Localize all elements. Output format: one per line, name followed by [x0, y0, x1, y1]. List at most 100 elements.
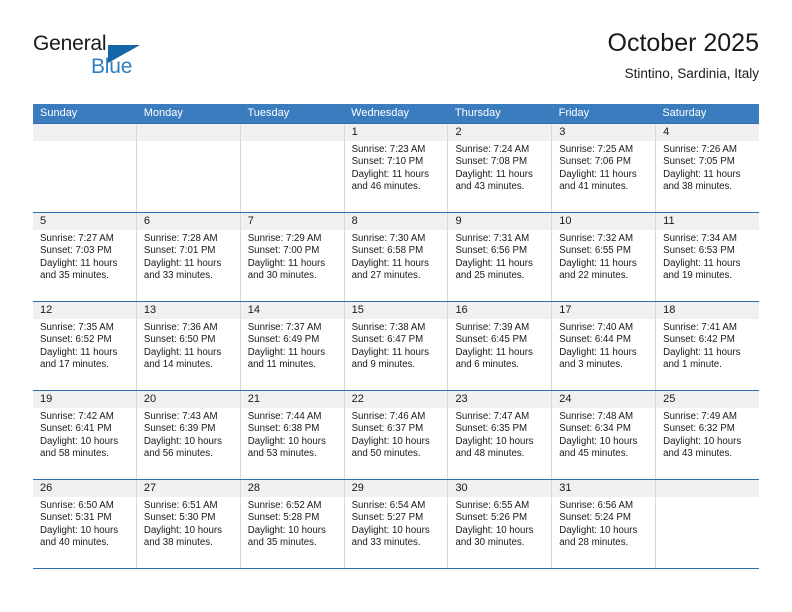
day-cell[interactable]: 6 Sunrise: 7:28 AM Sunset: 7:01 PM Dayli… — [136, 213, 241, 301]
day-info: Sunrise: 7:49 AM Sunset: 6:32 PM Dayligh… — [656, 408, 759, 460]
daylight-text-line1: Daylight: 10 hours — [143, 524, 222, 536]
sunset-text: Sunset: 6:47 PM — [351, 334, 424, 346]
daylight-text-line1: Daylight: 11 hours — [663, 168, 741, 180]
daylight-text-line2: and 28 minutes. — [559, 536, 629, 548]
daylight-text-line2: and 35 minutes. — [40, 269, 109, 281]
day-cell[interactable]: 14 Sunrise: 7:37 AM Sunset: 6:49 PM Dayl… — [240, 302, 345, 390]
day-cell[interactable]: 25 Sunrise: 7:49 AM Sunset: 6:32 PM Dayl… — [656, 391, 760, 479]
weekday-header-row: Sunday Monday Tuesday Wednesday Thursday… — [33, 104, 759, 123]
day-number — [656, 480, 760, 497]
day-info: Sunrise: 7:41 AM Sunset: 6:42 PM Dayligh… — [656, 319, 759, 371]
daylight-text-line2: and 40 minutes. — [40, 536, 109, 548]
daylight-text-line1: Daylight: 11 hours — [455, 168, 533, 180]
daylight-text-line2: and 58 minutes. — [40, 447, 109, 459]
day-cell[interactable] — [656, 480, 760, 568]
daylight-text-line1: Daylight: 11 hours — [455, 257, 533, 269]
sunrise-text: Sunrise: 7:26 AM — [663, 144, 737, 155]
sunset-text: Sunset: 5:28 PM — [247, 512, 320, 524]
daylight-text-line1: Daylight: 11 hours — [247, 346, 326, 358]
sunrise-text: Sunrise: 6:50 AM — [40, 500, 114, 511]
day-cell[interactable]: 27 Sunrise: 6:51 AM Sunset: 5:30 PM Dayl… — [136, 480, 241, 568]
daylight-text-line1: Daylight: 10 hours — [40, 435, 119, 447]
day-cell[interactable]: 3 Sunrise: 7:25 AM Sunset: 7:06 PM Dayli… — [552, 124, 657, 212]
day-cell[interactable]: 22 Sunrise: 7:46 AM Sunset: 6:37 PM Dayl… — [344, 391, 449, 479]
sunrise-text: Sunrise: 7:24 AM — [455, 144, 530, 155]
calendar-week-row: 12 Sunrise: 7:35 AM Sunset: 6:52 PM Dayl… — [33, 301, 760, 390]
day-cell[interactable]: 5 Sunrise: 7:27 AM Sunset: 7:03 PM Dayli… — [33, 213, 137, 301]
day-info: Sunrise: 7:36 AM Sunset: 6:50 PM Dayligh… — [137, 319, 240, 371]
sunrise-text: Sunrise: 7:29 AM — [247, 233, 322, 244]
day-cell[interactable]: 19 Sunrise: 7:42 AM Sunset: 6:41 PM Dayl… — [33, 391, 137, 479]
day-cell[interactable]: 11 Sunrise: 7:34 AM Sunset: 6:53 PM Dayl… — [656, 213, 760, 301]
sunset-text: Sunset: 7:08 PM — [455, 156, 528, 168]
day-info: Sunrise: 6:56 AM Sunset: 5:24 PM Dayligh… — [552, 497, 655, 549]
day-cell[interactable]: 10 Sunrise: 7:32 AM Sunset: 6:55 PM Dayl… — [552, 213, 657, 301]
day-cell[interactable]: 30 Sunrise: 6:55 AM Sunset: 5:26 PM Dayl… — [448, 480, 553, 568]
day-cell[interactable]: 20 Sunrise: 7:43 AM Sunset: 6:39 PM Dayl… — [136, 391, 241, 479]
daylight-text-line2: and 50 minutes. — [351, 447, 421, 459]
daylight-text-line1: Daylight: 11 hours — [40, 346, 118, 358]
day-number: 8 — [344, 213, 448, 230]
day-number: 6 — [136, 213, 240, 230]
day-info: Sunrise: 7:47 AM Sunset: 6:35 PM Dayligh… — [448, 408, 551, 460]
daylight-text-line1: Daylight: 10 hours — [247, 524, 326, 536]
day-cell[interactable]: 29 Sunrise: 6:54 AM Sunset: 5:27 PM Dayl… — [344, 480, 449, 568]
daylight-text-line1: Daylight: 11 hours — [143, 257, 222, 269]
day-info: Sunrise: 7:38 AM Sunset: 6:47 PM Dayligh… — [345, 319, 448, 371]
day-cell[interactable]: 31 Sunrise: 6:56 AM Sunset: 5:24 PM Dayl… — [552, 480, 657, 568]
day-number: 25 — [656, 391, 760, 408]
day-number — [136, 124, 240, 141]
day-cell[interactable]: 18 Sunrise: 7:41 AM Sunset: 6:42 PM Dayl… — [656, 302, 760, 390]
day-cell[interactable]: 12 Sunrise: 7:35 AM Sunset: 6:52 PM Dayl… — [33, 302, 137, 390]
sunrise-text: Sunrise: 7:35 AM — [40, 322, 114, 333]
day-cell[interactable]: 7 Sunrise: 7:29 AM Sunset: 7:00 PM Dayli… — [240, 213, 345, 301]
daylight-text-line2: and 53 minutes. — [247, 447, 317, 459]
day-cell[interactable]: 2 Sunrise: 7:24 AM Sunset: 7:08 PM Dayli… — [448, 124, 553, 212]
day-cell[interactable]: 4 Sunrise: 7:26 AM Sunset: 7:05 PM Dayli… — [656, 124, 760, 212]
day-number: 26 — [33, 480, 136, 497]
calendar-week-row: 5 Sunrise: 7:27 AM Sunset: 7:03 PM Dayli… — [33, 212, 760, 301]
page-title: October 2025 — [607, 29, 760, 57]
day-info — [137, 141, 240, 144]
brand-logo[interactable]: General Blue — [33, 32, 233, 88]
day-number: 31 — [552, 480, 656, 497]
day-info: Sunrise: 7:39 AM Sunset: 6:45 PM Dayligh… — [448, 319, 551, 371]
day-cell[interactable] — [33, 124, 137, 212]
daylight-text-line1: Daylight: 10 hours — [559, 435, 638, 447]
day-cell[interactable]: 16 Sunrise: 7:39 AM Sunset: 6:45 PM Dayl… — [448, 302, 553, 390]
sunrise-text: Sunrise: 7:38 AM — [351, 322, 426, 333]
daylight-text-line2: and 14 minutes. — [143, 358, 213, 370]
day-cell[interactable]: 1 Sunrise: 7:23 AM Sunset: 7:10 PM Dayli… — [344, 124, 449, 212]
day-cell[interactable]: 28 Sunrise: 6:52 AM Sunset: 5:28 PM Dayl… — [240, 480, 345, 568]
day-info: Sunrise: 7:29 AM Sunset: 7:00 PM Dayligh… — [241, 230, 344, 282]
sunrise-text: Sunrise: 7:44 AM — [247, 411, 322, 422]
weekday-header-wednesday: Wednesday — [351, 107, 410, 119]
sunset-text: Sunset: 7:06 PM — [559, 156, 631, 168]
day-cell[interactable]: 23 Sunrise: 7:47 AM Sunset: 6:35 PM Dayl… — [448, 391, 553, 479]
day-cell[interactable]: 15 Sunrise: 7:38 AM Sunset: 6:47 PM Dayl… — [344, 302, 449, 390]
day-number: 3 — [552, 124, 656, 141]
sunset-text: Sunset: 6:55 PM — [559, 245, 631, 257]
day-number: 18 — [656, 302, 760, 319]
day-number: 23 — [448, 391, 552, 408]
daylight-text-line2: and 46 minutes. — [351, 180, 421, 192]
day-cell[interactable] — [136, 124, 241, 212]
weekday-header-thursday: Thursday — [454, 107, 501, 119]
daylight-text-line2: and 30 minutes. — [455, 536, 525, 548]
day-cell[interactable]: 17 Sunrise: 7:40 AM Sunset: 6:44 PM Dayl… — [552, 302, 657, 390]
day-cell[interactable]: 21 Sunrise: 7:44 AM Sunset: 6:38 PM Dayl… — [240, 391, 345, 479]
day-cell[interactable] — [240, 124, 345, 212]
sunset-text: Sunset: 6:58 PM — [351, 245, 424, 257]
day-cell[interactable]: 24 Sunrise: 7:48 AM Sunset: 6:34 PM Dayl… — [552, 391, 657, 479]
daylight-text-line2: and 35 minutes. — [247, 536, 317, 548]
day-cell[interactable]: 13 Sunrise: 7:36 AM Sunset: 6:50 PM Dayl… — [136, 302, 241, 390]
day-cell[interactable]: 8 Sunrise: 7:30 AM Sunset: 6:58 PM Dayli… — [344, 213, 449, 301]
sunrise-text: Sunrise: 7:40 AM — [559, 322, 634, 333]
day-cell[interactable]: 9 Sunrise: 7:31 AM Sunset: 6:56 PM Dayli… — [448, 213, 553, 301]
day-cell[interactable]: 26 Sunrise: 6:50 AM Sunset: 5:31 PM Dayl… — [33, 480, 137, 568]
sunrise-text: Sunrise: 7:49 AM — [663, 411, 737, 422]
sunset-text: Sunset: 6:56 PM — [455, 245, 528, 257]
sunrise-text: Sunrise: 7:25 AM — [559, 144, 634, 155]
day-number: 4 — [656, 124, 760, 141]
day-info: Sunrise: 6:51 AM Sunset: 5:30 PM Dayligh… — [137, 497, 240, 549]
